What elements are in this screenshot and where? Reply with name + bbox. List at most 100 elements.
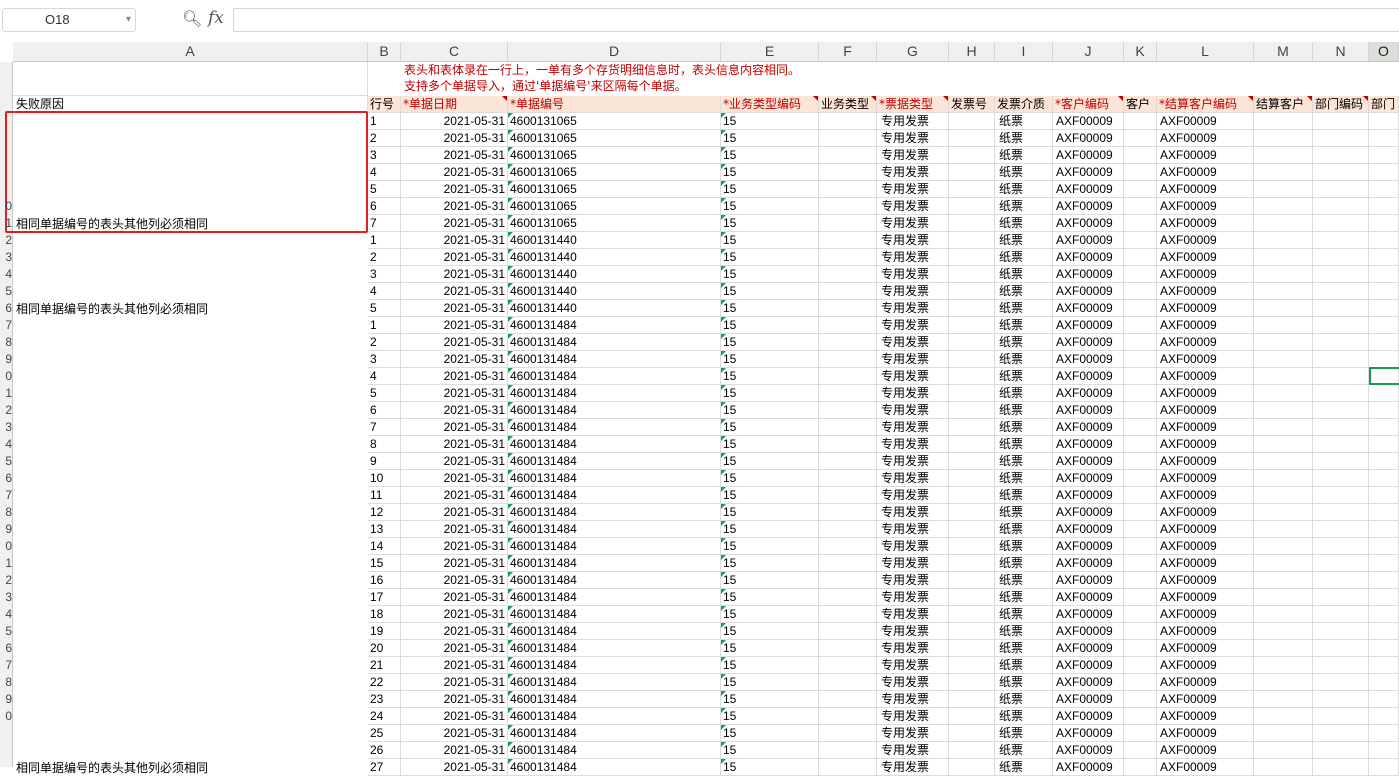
cell-line[interactable]: 10	[368, 470, 401, 487]
cell-medium[interactable]: 纸票	[995, 555, 1053, 572]
cell-k-empty[interactable]	[1124, 300, 1157, 317]
cell-line[interactable]: 13	[368, 521, 401, 538]
cell-date[interactable]: 2021-05-31	[401, 198, 508, 215]
cell-doc[interactable]: 4600131484	[508, 317, 721, 334]
cell-cust[interactable]: AXF00009	[1053, 640, 1124, 657]
cell-date[interactable]: 2021-05-31	[401, 657, 508, 674]
cell-cust[interactable]: AXF00009	[1053, 198, 1124, 215]
header-cell-e[interactable]: *业务类型编码	[721, 96, 819, 113]
cell-line[interactable]: 21	[368, 657, 401, 674]
cell-line[interactable]: 5	[368, 181, 401, 198]
cell-m-empty[interactable]	[1254, 436, 1313, 453]
header-cell-o[interactable]: 部门	[1369, 96, 1399, 113]
cell-f-empty[interactable]	[819, 181, 877, 198]
cell-f-empty[interactable]	[819, 130, 877, 147]
cell-ticket[interactable]: 专用发票	[877, 606, 949, 623]
cell-cust[interactable]: AXF00009	[1053, 402, 1124, 419]
cell-m-empty[interactable]	[1254, 538, 1313, 555]
cell-date[interactable]: 2021-05-31	[401, 674, 508, 691]
cell-o-empty[interactable]	[1369, 504, 1399, 521]
cell-f-empty[interactable]	[819, 691, 877, 708]
cell-ticket[interactable]: 专用发票	[877, 589, 949, 606]
cell-a-note[interactable]	[13, 62, 368, 96]
cell-o-empty[interactable]	[1369, 538, 1399, 555]
cell-ticket[interactable]: 专用发票	[877, 708, 949, 725]
cell-f-empty[interactable]	[819, 113, 877, 130]
cell-medium[interactable]: 纸票	[995, 572, 1053, 589]
cell-biz[interactable]: 15	[721, 232, 819, 249]
cell-n-empty[interactable]	[1313, 538, 1369, 555]
cell-h-empty[interactable]	[949, 589, 995, 606]
cell-doc[interactable]: 4600131440	[508, 249, 721, 266]
cell-n-empty[interactable]	[1313, 708, 1369, 725]
cell-n-empty[interactable]	[1313, 555, 1369, 572]
cell-line[interactable]: 8	[368, 436, 401, 453]
cell-cust[interactable]: AXF00009	[1053, 691, 1124, 708]
cell-biz[interactable]: 15	[721, 538, 819, 555]
cell-h-empty[interactable]	[949, 351, 995, 368]
cell-cust[interactable]: AXF00009	[1053, 742, 1124, 759]
cell-k-empty[interactable]	[1124, 521, 1157, 538]
cell-f-empty[interactable]	[819, 317, 877, 334]
cell-settle[interactable]: AXF00009	[1157, 623, 1254, 640]
cell-doc[interactable]: 4600131440	[508, 300, 721, 317]
cell-k-empty[interactable]	[1124, 674, 1157, 691]
cell-medium[interactable]: 纸票	[995, 113, 1053, 130]
cell-settle[interactable]: AXF00009	[1157, 759, 1254, 776]
cell-h-empty[interactable]	[949, 113, 995, 130]
cell-n-empty[interactable]	[1313, 572, 1369, 589]
row-number[interactable]: 1	[0, 556, 12, 570]
cell-o-empty[interactable]	[1369, 742, 1399, 759]
cell-n-empty[interactable]	[1313, 147, 1369, 164]
cell-settle[interactable]: AXF00009	[1157, 555, 1254, 572]
cell-f-empty[interactable]	[819, 198, 877, 215]
cell-date[interactable]: 2021-05-31	[401, 436, 508, 453]
cell-h-empty[interactable]	[949, 759, 995, 776]
cell-doc[interactable]: 4600131484	[508, 623, 721, 640]
cell-date[interactable]: 2021-05-31	[401, 113, 508, 130]
cell-settle[interactable]: AXF00009	[1157, 504, 1254, 521]
cell-ticket[interactable]: 专用发票	[877, 555, 949, 572]
row-number[interactable]: 2	[0, 403, 12, 417]
cell-doc[interactable]: 4600131484	[508, 674, 721, 691]
cell-settle[interactable]: AXF00009	[1157, 470, 1254, 487]
cell-cust[interactable]: AXF00009	[1053, 351, 1124, 368]
cell-line[interactable]: 5	[368, 385, 401, 402]
cell-medium[interactable]: 纸票	[995, 130, 1053, 147]
cell-ticket[interactable]: 专用发票	[877, 283, 949, 300]
cell-k-empty[interactable]	[1124, 266, 1157, 283]
cell-medium[interactable]: 纸票	[995, 164, 1053, 181]
cell-m-empty[interactable]	[1254, 283, 1313, 300]
cell-ticket[interactable]: 专用发票	[877, 130, 949, 147]
cell-o-empty[interactable]	[1369, 725, 1399, 742]
cell-n-empty[interactable]	[1313, 674, 1369, 691]
cell-h-empty[interactable]	[949, 623, 995, 640]
cell-k-empty[interactable]	[1124, 334, 1157, 351]
cell-ticket[interactable]: 专用发票	[877, 538, 949, 555]
row-number[interactable]: 8	[0, 335, 12, 349]
cell-m-empty[interactable]	[1254, 419, 1313, 436]
row-number[interactable]: 7	[0, 488, 12, 502]
cell-f-empty[interactable]	[819, 521, 877, 538]
cell-date[interactable]: 2021-05-31	[401, 385, 508, 402]
header-cell-j[interactable]: *客户编码	[1053, 96, 1124, 113]
cell-medium[interactable]: 纸票	[995, 504, 1053, 521]
cell-biz[interactable]: 15	[721, 623, 819, 640]
cell-medium[interactable]: 纸票	[995, 317, 1053, 334]
column-header-m[interactable]: M	[1254, 42, 1313, 62]
cell-line[interactable]: 7	[368, 419, 401, 436]
cell-biz[interactable]: 15	[721, 385, 819, 402]
cell-date[interactable]: 2021-05-31	[401, 759, 508, 776]
cell-o-empty[interactable]	[1369, 674, 1399, 691]
cell-m-empty[interactable]	[1254, 640, 1313, 657]
cell-f-empty[interactable]	[819, 606, 877, 623]
cell-k-empty[interactable]	[1124, 181, 1157, 198]
cell-medium[interactable]: 纸票	[995, 606, 1053, 623]
cell-f-empty[interactable]	[819, 215, 877, 232]
cell-date[interactable]: 2021-05-31	[401, 164, 508, 181]
cell-date[interactable]: 2021-05-31	[401, 419, 508, 436]
cell-medium[interactable]: 纸票	[995, 657, 1053, 674]
cell-m-empty[interactable]	[1254, 402, 1313, 419]
header-cell-i[interactable]: 发票介质	[995, 96, 1053, 113]
column-header-o[interactable]: O	[1369, 42, 1399, 62]
